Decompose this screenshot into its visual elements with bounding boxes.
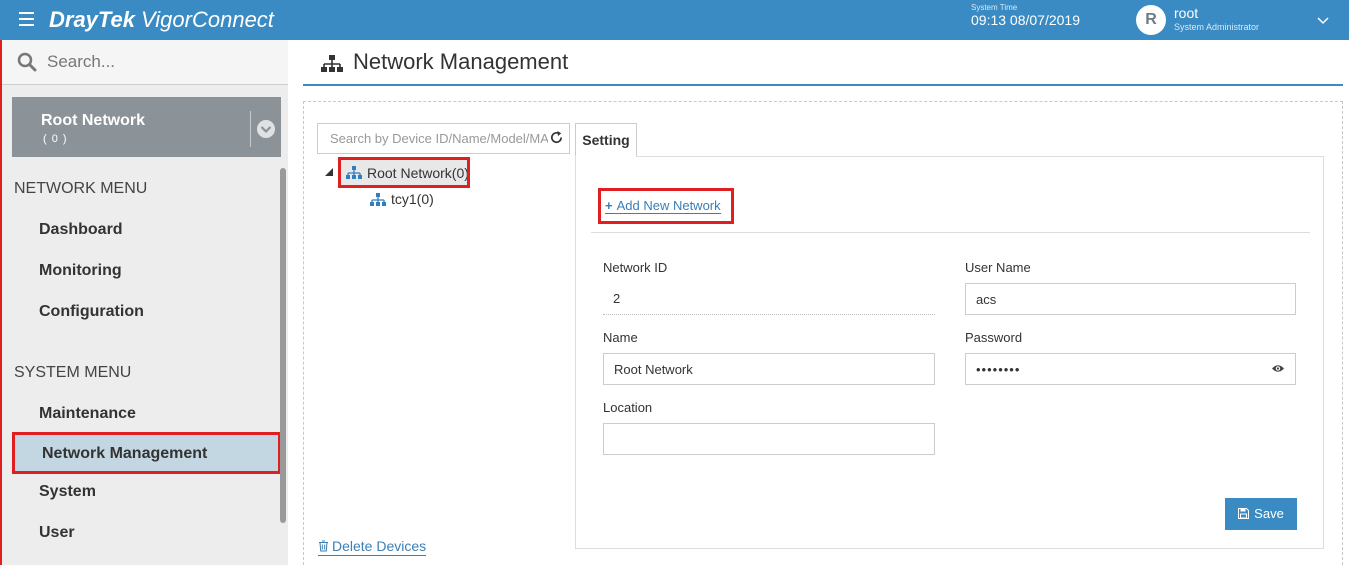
user-name[interactable]: root — [1174, 5, 1198, 21]
sidebar-item-monitoring[interactable]: Monitoring — [39, 262, 122, 280]
brand-name-bold: DrayTek — [49, 7, 136, 32]
network-node-icon — [370, 193, 386, 206]
floppy-disk-icon — [1238, 508, 1250, 519]
system-menu-heading: SYSTEM MENU — [14, 364, 132, 381]
search-icon — [17, 52, 37, 72]
tab-setting[interactable]: Setting — [575, 123, 637, 157]
password-label: Password — [965, 330, 1023, 345]
network-id-value: 2 — [613, 291, 621, 306]
page-title: Network Management — [353, 49, 569, 74]
sidebar-item-maintenance[interactable]: Maintenance — [39, 405, 136, 423]
location-label: Location — [603, 400, 653, 415]
tree-node-root-network[interactable]: Root Network(0) — [338, 157, 470, 188]
sidebar-item-user[interactable]: User — [39, 524, 75, 542]
network-selector-name: Root Network — [41, 112, 145, 129]
tree-node-label: tcy1(0) — [391, 191, 434, 207]
network-id-underline — [603, 314, 935, 315]
sidebar-item-dashboard[interactable]: Dashboard — [39, 221, 123, 239]
page-header: Network Management — [303, 40, 1343, 86]
save-label: Save — [1254, 506, 1284, 521]
brand-logo: DrayTek VigorConnect — [49, 7, 274, 33]
sidebar: Search... Root Network ( 0 ) NETWORK MEN… — [0, 40, 288, 565]
system-time-label: System Time — [971, 3, 1018, 12]
network-menu-heading: NETWORK MENU — [14, 180, 148, 197]
delete-devices-link[interactable]: Delete Devices — [318, 538, 427, 556]
trash-icon — [319, 540, 328, 552]
location-input[interactable] — [603, 423, 935, 455]
dropdown-circle-icon[interactable] — [256, 119, 276, 139]
network-selector[interactable]: Root Network ( 0 ) — [12, 97, 281, 157]
refresh-icon[interactable] — [549, 130, 564, 145]
sidebar-scrollbar[interactable] — [280, 168, 286, 523]
top-bar: DrayTek VigorConnect System Time 09:13 08… — [0, 0, 1349, 40]
eye-icon[interactable] — [1271, 363, 1285, 374]
network-tree-icon — [321, 55, 343, 72]
network-node-icon — [346, 166, 362, 179]
network-selector-count: ( 0 ) — [43, 133, 68, 145]
search-input[interactable]: Search... — [47, 52, 115, 72]
save-button[interactable]: Save — [1225, 498, 1297, 530]
user-name-input[interactable] — [965, 283, 1296, 315]
add-new-network-link[interactable]: + Add New Network — [605, 198, 721, 214]
device-search-input[interactable] — [318, 124, 548, 153]
section-divider — [591, 232, 1310, 233]
sidebar-item-configuration[interactable]: Configuration — [39, 303, 144, 321]
sidebar-item-network-management[interactable]: Network Management — [12, 432, 281, 474]
menu-toggle-icon[interactable] — [19, 12, 34, 26]
add-new-network-highlight: + Add New Network — [598, 188, 734, 224]
password-input[interactable] — [965, 353, 1296, 385]
system-time: 09:13 08/07/2019 — [971, 12, 1080, 28]
plus-icon: + — [605, 198, 613, 213]
selector-divider — [250, 111, 251, 147]
device-search — [317, 123, 570, 154]
network-id-label: Network ID — [603, 260, 668, 275]
tree-node-label: Root Network(0) — [367, 165, 467, 181]
add-new-network-label: Add New Network — [616, 198, 721, 213]
sidebar-item-system[interactable]: System — [39, 483, 96, 501]
sidebar-search[interactable]: Search... — [2, 40, 288, 85]
avatar[interactable]: R — [1136, 5, 1166, 35]
tree-collapse-icon[interactable] — [325, 168, 333, 176]
brand-name-light: VigorConnect — [141, 7, 274, 32]
user-role: System Administrator — [1174, 22, 1260, 32]
name-label: Name — [603, 330, 638, 345]
delete-devices-label: Delete Devices — [332, 538, 427, 554]
name-input[interactable] — [603, 353, 935, 385]
user-name-label: User Name — [965, 260, 1031, 275]
chevron-down-icon[interactable] — [1316, 13, 1330, 27]
